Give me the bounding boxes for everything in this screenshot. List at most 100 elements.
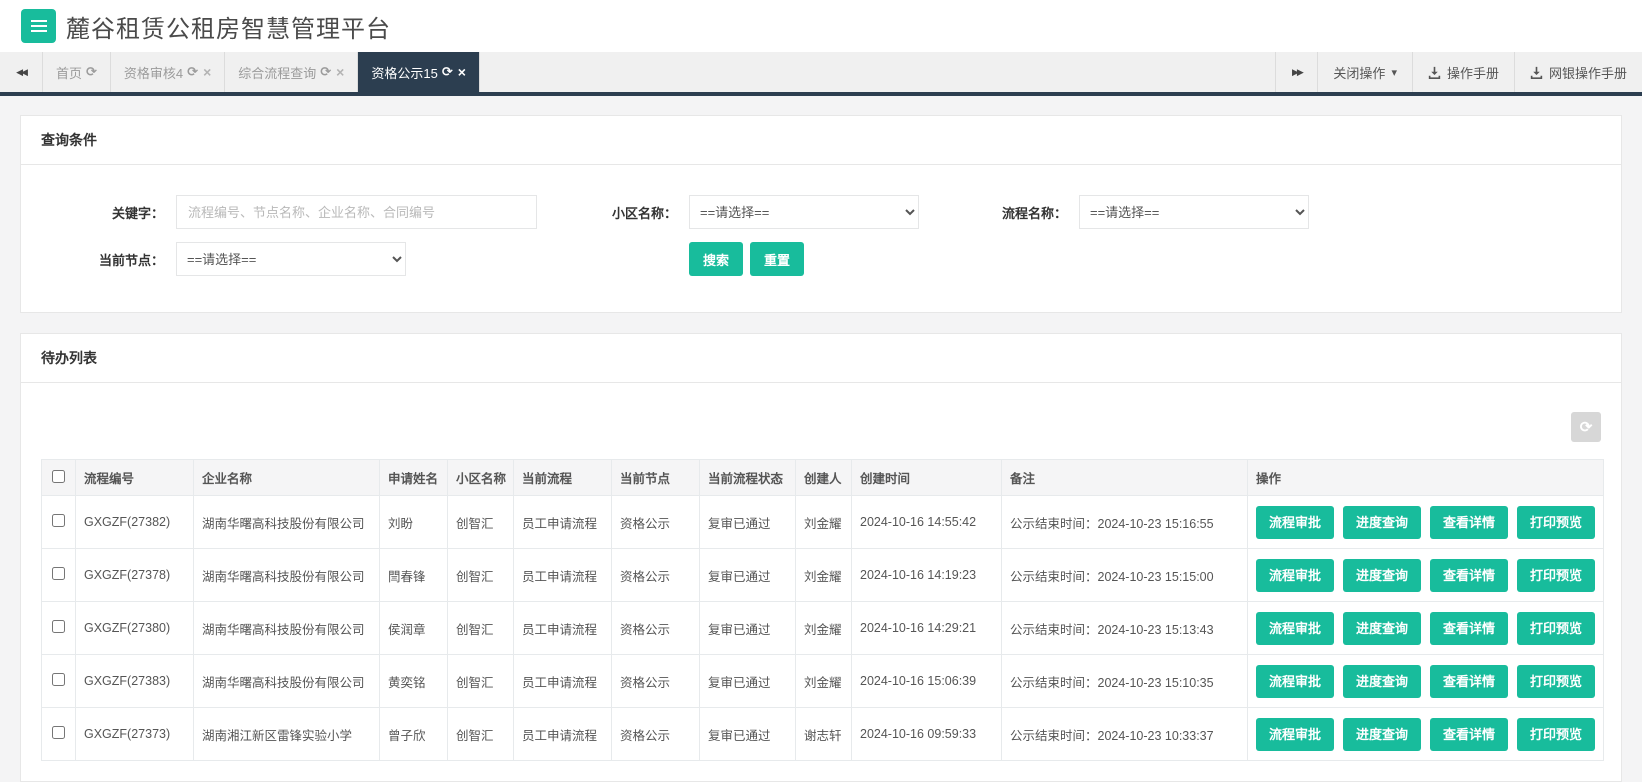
current-node-label: 当前节点： xyxy=(41,250,164,269)
cell-created-time: 2024-10-16 14:29:21 xyxy=(852,602,1002,655)
tab-refresh-icon[interactable]: ⟳ xyxy=(187,64,198,80)
table-row: GXGZF(27382)湖南华曙高科技股份有限公司刘盼创智汇员工申请流程资格公示… xyxy=(42,496,1604,549)
row-checkbox[interactable] xyxy=(52,620,65,633)
tab-4[interactable]: 资格公示15⟳× xyxy=(358,52,480,92)
keyword-input[interactable] xyxy=(176,195,537,229)
progress-query-button[interactable]: 进度查询 xyxy=(1343,718,1421,751)
tab-refresh-icon[interactable]: ⟳ xyxy=(320,64,331,80)
select-all-checkbox[interactable] xyxy=(52,470,65,483)
tab-close-icon[interactable]: × xyxy=(458,64,466,80)
cell-current-node: 资格公示 xyxy=(612,708,700,761)
row-checkbox[interactable] xyxy=(52,673,65,686)
progress-query-button[interactable]: 进度查询 xyxy=(1343,506,1421,539)
table-row: GXGZF(27378)湖南华曙高科技股份有限公司閆春锋创智汇员工申请流程资格公… xyxy=(42,549,1604,602)
refresh-list-button[interactable]: ⟳ xyxy=(1571,412,1601,442)
tabs-expand-right-icon[interactable]: ▶▶ xyxy=(1275,52,1317,92)
cell-current-node: 资格公示 xyxy=(612,602,700,655)
progress-query-button[interactable]: 进度查询 xyxy=(1343,665,1421,698)
print-preview-button[interactable]: 打印预览 xyxy=(1517,559,1595,592)
row-checkbox[interactable] xyxy=(52,567,65,580)
cell-process-status: 复审已通过 xyxy=(700,708,796,761)
cell-community: 创智汇 xyxy=(448,708,514,761)
hamburger-icon xyxy=(31,25,47,27)
row-checkbox[interactable] xyxy=(52,726,65,739)
cell-checkbox xyxy=(42,708,76,761)
process-approve-button[interactable]: 流程审批 xyxy=(1256,718,1334,751)
column-header: 当前节点 xyxy=(612,460,700,496)
cell-remark: 公示结束时间：2024-10-23 15:13:43 xyxy=(1002,602,1248,655)
cell-current-process: 员工申请流程 xyxy=(514,496,612,549)
tab-list: 首页⟳资格审核4⟳×综合流程查询⟳×资格公示15⟳× xyxy=(42,52,480,92)
column-header: 当前流程状态 xyxy=(700,460,796,496)
tab-3[interactable]: 综合流程查询⟳× xyxy=(225,52,358,92)
cell-current-node: 资格公示 xyxy=(612,655,700,708)
tabbar: ◀◀ 首页⟳资格审核4⟳×综合流程查询⟳×资格公示15⟳× ▶▶ 关闭操作 ▾ … xyxy=(0,52,1642,96)
progress-query-button[interactable]: 进度查询 xyxy=(1343,559,1421,592)
progress-query-button[interactable]: 进度查询 xyxy=(1343,612,1421,645)
cell-creator: 谢志轩 xyxy=(796,708,852,761)
tab-refresh-icon[interactable]: ⟳ xyxy=(86,64,97,80)
keyword-label: 关键字： xyxy=(41,203,164,222)
tab-close-icon[interactable]: × xyxy=(336,64,344,80)
search-button[interactable]: 搜索 xyxy=(689,242,743,276)
cell-company: 湖南华曙高科技股份有限公司 xyxy=(194,655,380,708)
column-header: 申请姓名 xyxy=(380,460,448,496)
cell-creator: 刘金耀 xyxy=(796,655,852,708)
view-details-button[interactable]: 查看详情 xyxy=(1430,612,1508,645)
column-header: 创建人 xyxy=(796,460,852,496)
tabs-collapse-left-icon[interactable]: ◀◀ xyxy=(0,52,42,92)
cell-applicant: 黄奕铭 xyxy=(380,655,448,708)
process-approve-button[interactable]: 流程审批 xyxy=(1256,506,1334,539)
hamburger-menu-button[interactable] xyxy=(21,9,56,43)
row-checkbox[interactable] xyxy=(52,514,65,527)
cell-community: 创智汇 xyxy=(448,602,514,655)
print-preview-button[interactable]: 打印预览 xyxy=(1517,612,1595,645)
print-preview-button[interactable]: 打印预览 xyxy=(1517,506,1595,539)
process-approve-button[interactable]: 流程审批 xyxy=(1256,612,1334,645)
column-header: 流程编号 xyxy=(76,460,194,496)
tab-1[interactable]: 首页⟳ xyxy=(42,52,111,92)
cell-checkbox xyxy=(42,549,76,602)
community-select[interactable]: ==请选择== xyxy=(689,195,919,229)
cell-remark: 公示结束时间：2024-10-23 10:33:37 xyxy=(1002,708,1248,761)
tab-refresh-icon[interactable]: ⟳ xyxy=(442,64,453,80)
view-details-button[interactable]: 查看详情 xyxy=(1430,506,1508,539)
view-details-button[interactable]: 查看详情 xyxy=(1430,718,1508,751)
cell-applicant: 閆春锋 xyxy=(380,549,448,602)
print-preview-button[interactable]: 打印预览 xyxy=(1517,718,1595,751)
cell-actions: 流程审批进度查询查看详情打印预览 xyxy=(1248,496,1604,549)
column-header: 企业名称 xyxy=(194,460,380,496)
cell-company: 湖南湘江新区雷锋实验小学 xyxy=(194,708,380,761)
current-node-select[interactable]: ==请选择== xyxy=(176,242,406,276)
view-details-button[interactable]: 查看详情 xyxy=(1430,665,1508,698)
process-approve-button[interactable]: 流程审批 xyxy=(1256,559,1334,592)
cell-process-id: GXGZF(27373) xyxy=(76,708,194,761)
column-header: 操作 xyxy=(1248,460,1604,496)
tab-2[interactable]: 资格审核4⟳× xyxy=(111,52,225,92)
tab-close-icon[interactable]: × xyxy=(203,64,211,80)
reset-button[interactable]: 重置 xyxy=(750,242,804,276)
table-row: GXGZF(27373)湖南湘江新区雷锋实验小学曾子欣创智汇员工申请流程资格公示… xyxy=(42,708,1604,761)
todo-table: 流程编号企业名称申请姓名小区名称当前流程当前节点当前流程状态创建人创建时间备注操… xyxy=(41,459,1604,761)
cell-creator: 刘金耀 xyxy=(796,496,852,549)
query-panel-title: 查询条件 xyxy=(21,116,1621,165)
select-all-header xyxy=(42,460,76,496)
cell-process-id: GXGZF(27383) xyxy=(76,655,194,708)
close-actions-dropdown[interactable]: 关闭操作 ▾ xyxy=(1317,52,1412,92)
bank-manual-download-button[interactable]: 网银操作手册 xyxy=(1514,52,1642,92)
main-content: 查询条件 关键字： 小区名称： ==请选择== 流程名称： ==请选择== 当前… xyxy=(0,96,1642,782)
process-name-select[interactable]: ==请选择== xyxy=(1079,195,1309,229)
cell-company: 湖南华曙高科技股份有限公司 xyxy=(194,602,380,655)
manual-download-button[interactable]: 操作手册 xyxy=(1412,52,1514,92)
process-approve-button[interactable]: 流程审批 xyxy=(1256,665,1334,698)
table-header-row: 流程编号企业名称申请姓名小区名称当前流程当前节点当前流程状态创建人创建时间备注操… xyxy=(42,460,1604,496)
cell-checkbox xyxy=(42,496,76,549)
cell-checkbox xyxy=(42,602,76,655)
cell-community: 创智汇 xyxy=(448,496,514,549)
cell-current-process: 员工申请流程 xyxy=(514,602,612,655)
process-name-label: 流程名称： xyxy=(919,203,1067,222)
print-preview-button[interactable]: 打印预览 xyxy=(1517,665,1595,698)
close-actions-label: 关闭操作 xyxy=(1333,63,1385,82)
view-details-button[interactable]: 查看详情 xyxy=(1430,559,1508,592)
table-row: GXGZF(27383)湖南华曙高科技股份有限公司黄奕铭创智汇员工申请流程资格公… xyxy=(42,655,1604,708)
